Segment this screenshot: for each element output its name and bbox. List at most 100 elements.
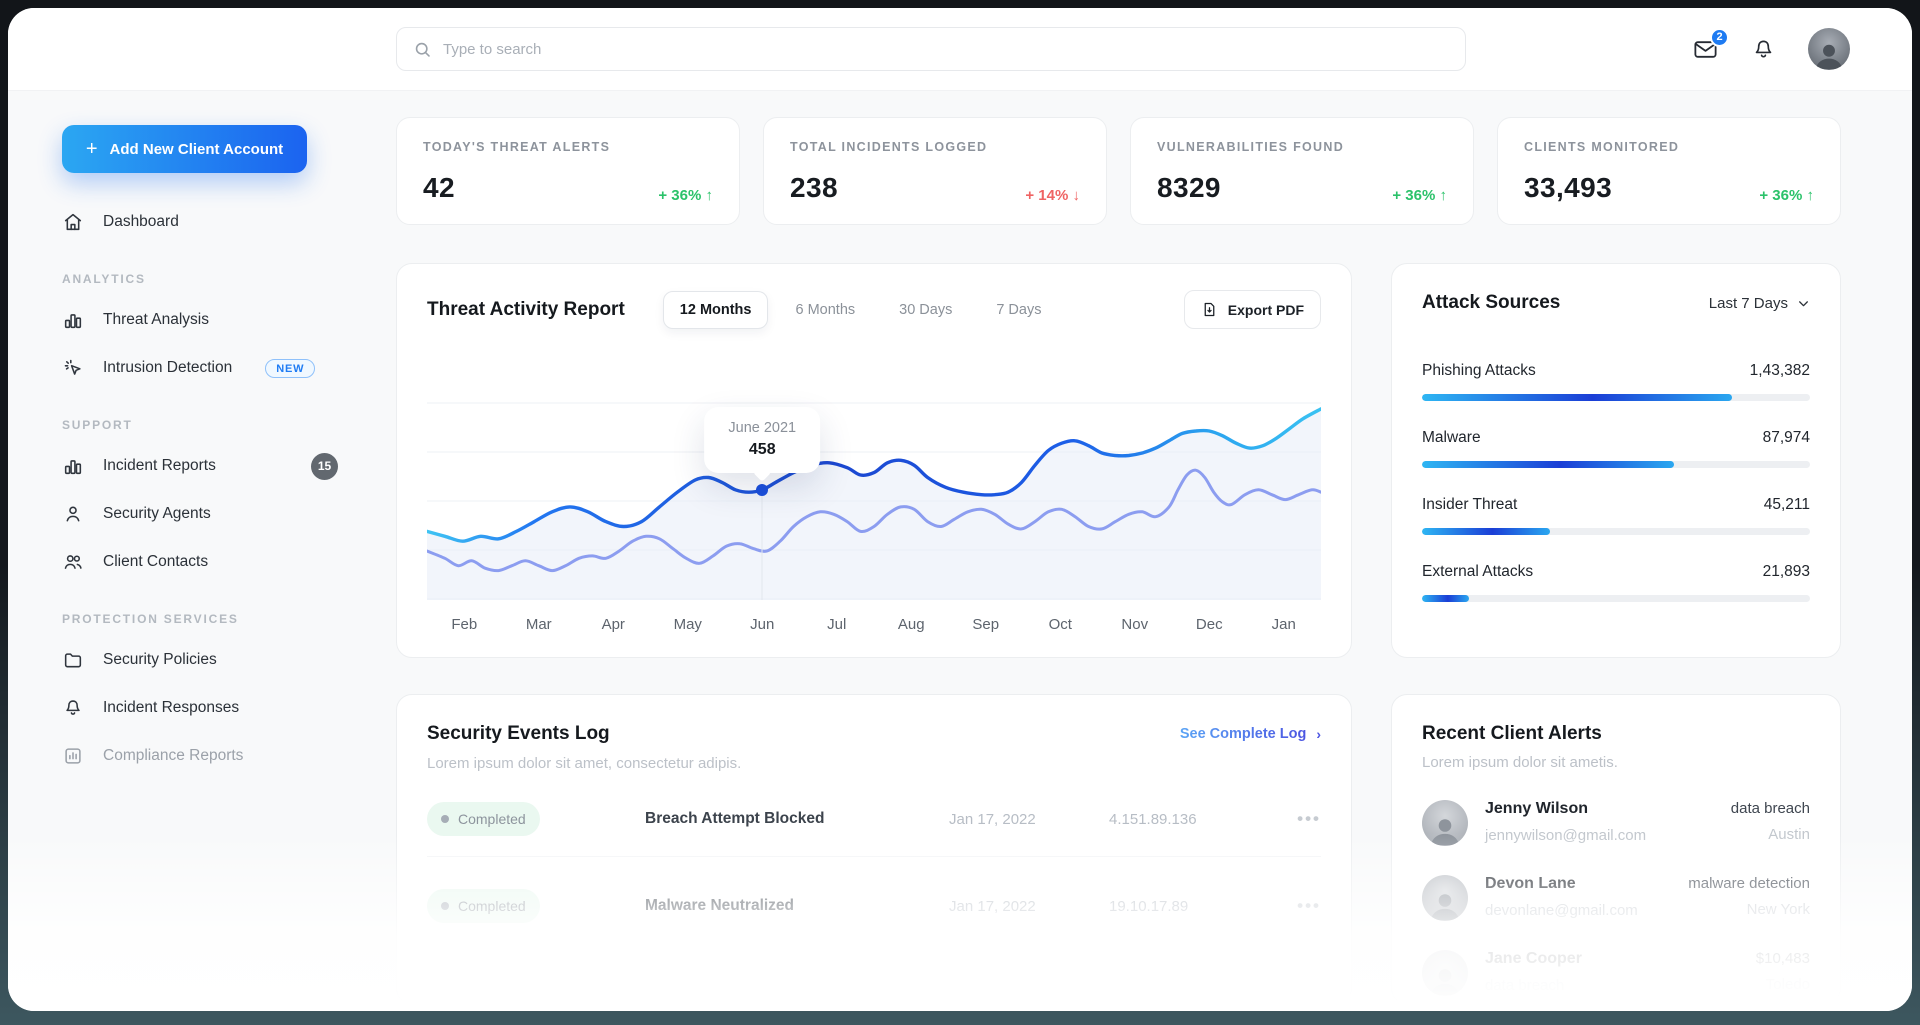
x-axis-label: Nov	[1098, 616, 1173, 633]
attack-sources-title: Attack Sources	[1422, 292, 1560, 314]
add-new-client-label: Add New Client Account	[110, 141, 284, 158]
row-logs: Security Events Log Lorem ipsum dolor si…	[396, 694, 1841, 1004]
alert-location: Toledo	[1756, 976, 1810, 993]
sidebar-item-intrusion-detection[interactable]: Intrusion DetectionNEW	[62, 344, 338, 392]
sidebar-section-header: ANALYTICS	[62, 272, 354, 286]
count-badge: 15	[311, 453, 338, 480]
x-axis-label: Aug	[874, 616, 949, 633]
cursor-click-icon	[62, 357, 84, 379]
alert-location: New York	[1688, 901, 1810, 918]
chevron-right-icon: ›	[1316, 726, 1321, 742]
row-menu-button[interactable]: •••	[1287, 896, 1321, 916]
attack-source-value: 87,974	[1763, 429, 1810, 447]
chart-square-icon	[62, 745, 84, 767]
alert-type: $10,483	[1756, 950, 1810, 967]
stat-value: 8329	[1157, 172, 1221, 204]
bell-icon	[62, 697, 84, 719]
see-complete-log-label: See Complete Log	[1180, 726, 1307, 742]
client-alert-row[interactable]: Jenny Wilsonjennywilson@gmail.comdata br…	[1422, 800, 1810, 846]
see-complete-log-link[interactable]: See Complete Log ›	[1180, 726, 1321, 742]
sidebar-section-header: PROTECTION SERVICES	[62, 612, 354, 626]
chart-title: Threat Activity Report	[427, 299, 625, 321]
sidebar-item-label: Threat Analysis	[103, 311, 209, 329]
tab-12-months[interactable]: 12 Months	[663, 291, 769, 329]
mail-button[interactable]: 2	[1692, 36, 1719, 63]
notifications-button[interactable]	[1751, 37, 1776, 62]
x-axis-label: Jun	[725, 616, 800, 633]
stat-delta: + 36% ↑	[1392, 187, 1447, 204]
sidebar-item-security-policies[interactable]: Security Policies	[62, 636, 338, 684]
events-header: Security Events Log Lorem ipsum dolor si…	[427, 723, 1321, 772]
sidebar-item-compliance-reports[interactable]: Compliance Reports	[62, 732, 338, 780]
row-menu-button[interactable]: •••	[1287, 809, 1321, 829]
sidebar-item-label: Compliance Reports	[103, 747, 243, 765]
range-dropdown-label: Last 7 Days	[1709, 295, 1788, 312]
sidebar-nav: Dashboard ANALYTICS Threat Analysis Intrusi…	[62, 198, 354, 780]
chart-header: Threat Activity Report 12 Months6 Months…	[427, 290, 1321, 329]
events-subtitle: Lorem ipsum dolor sit amet, consectetur …	[427, 755, 741, 772]
sidebar-item-dashboard[interactable]: Dashboard	[62, 198, 338, 246]
event-title: Malware Neutralized	[645, 897, 949, 915]
app-window: 2 + Add New Client Account Dashboard ANAL…	[8, 8, 1912, 1011]
stat-value: 238	[790, 172, 838, 204]
x-axis-label: Mar	[502, 616, 577, 633]
add-new-client-button[interactable]: + Add New Client Account	[62, 125, 307, 173]
x-axis-label: Jan	[1247, 616, 1322, 633]
attack-source-bar	[1422, 394, 1810, 401]
event-date: Jan 17, 2022	[949, 898, 1109, 915]
attack-source-value: 45,211	[1764, 496, 1810, 514]
event-title: Breach Attempt Blocked	[645, 810, 949, 828]
main-content: TODAY'S THREAT ALERTS42+ 36% ↑TOTAL INCI…	[388, 91, 1912, 1011]
tab-6-months[interactable]: 6 Months	[778, 291, 872, 329]
search-input[interactable]	[443, 41, 1449, 58]
attack-source-label: Insider Threat	[1422, 496, 1517, 514]
stat-label: VULNERABILITIES FOUND	[1157, 140, 1447, 154]
attack-source-bar	[1422, 595, 1810, 602]
x-axis-label: Jul	[800, 616, 875, 633]
chart-x-axis: FebMarAprMayJunJulAugSepOctNovDecJan	[427, 616, 1321, 633]
x-axis-label: Oct	[1023, 616, 1098, 633]
sidebar-item-security-agents[interactable]: Security Agents	[62, 490, 338, 538]
alerts-list: Jenny Wilsonjennywilson@gmail.comdata br…	[1422, 800, 1810, 996]
sidebar-item-incident-reports[interactable]: Incident Reports15	[62, 442, 338, 490]
status-badge: Completed	[427, 802, 540, 836]
tab-30-days[interactable]: 30 Days	[882, 291, 969, 329]
bar-chart-icon	[62, 455, 84, 477]
attack-source-bar	[1422, 461, 1810, 468]
client-avatar	[1422, 875, 1468, 921]
user-avatar[interactable]	[1808, 28, 1850, 70]
page-body: + Add New Client Account Dashboard ANALYT…	[8, 91, 1912, 1011]
attack-sources-card: Attack Sources Last 7 Days Phishing Atta…	[1391, 263, 1841, 658]
event-row[interactable]: Completed Breach Attempt BlockedJan 17, 2…	[427, 802, 1321, 836]
x-axis-label: Apr	[576, 616, 651, 633]
export-pdf-label: Export PDF	[1228, 302, 1304, 318]
client-alert-row[interactable]: Devon Lanedevonlane@gmail.commalware det…	[1422, 875, 1810, 921]
events-title: Security Events Log	[427, 723, 741, 745]
attack-source-value: 1,43,382	[1750, 362, 1810, 380]
range-dropdown[interactable]: Last 7 Days	[1709, 295, 1810, 312]
client-name: Jane Cooper	[1485, 950, 1582, 968]
stat-card: TODAY'S THREAT ALERTS 42 + 36% ↑	[396, 117, 740, 225]
attack-source-item: External Attacks21,893	[1422, 563, 1810, 602]
x-axis-label: May	[651, 616, 726, 633]
tab-7-days[interactable]: 7 Days	[979, 291, 1058, 329]
export-pdf-button[interactable]: Export PDF	[1184, 290, 1321, 329]
chart-range-tabs: 12 Months6 Months 30 Days 7 Days	[663, 291, 1059, 329]
client-name: Devon Lane	[1485, 875, 1638, 893]
export-pdf-icon	[1201, 301, 1218, 318]
stat-label: TODAY'S THREAT ALERTS	[423, 140, 713, 154]
search-box[interactable]	[396, 27, 1466, 71]
event-row[interactable]: CompletedMalware NeutralizedJan 17, 2022…	[427, 856, 1321, 923]
stat-delta: + 36% ↑	[658, 187, 713, 204]
attack-source-item: Insider Threat 45,211	[1422, 496, 1810, 535]
search-icon	[413, 40, 432, 59]
sidebar-item-label: Intrusion Detection	[103, 359, 232, 377]
sidebar-item-incident-responses[interactable]: Incident Responses	[62, 684, 338, 732]
users-icon	[62, 551, 84, 573]
client-alert-row[interactable]: Jane Cooperdata breach$10,483Toledo	[1422, 950, 1810, 996]
top-bar: 2	[8, 8, 1912, 91]
event-date: Jan 17, 2022	[949, 811, 1109, 828]
sidebar-item-client-contacts[interactable]: Client Contacts	[62, 538, 338, 586]
sidebar-item-threat-analysis[interactable]: Threat Analysis	[62, 296, 338, 344]
stat-value: 42	[423, 172, 455, 204]
